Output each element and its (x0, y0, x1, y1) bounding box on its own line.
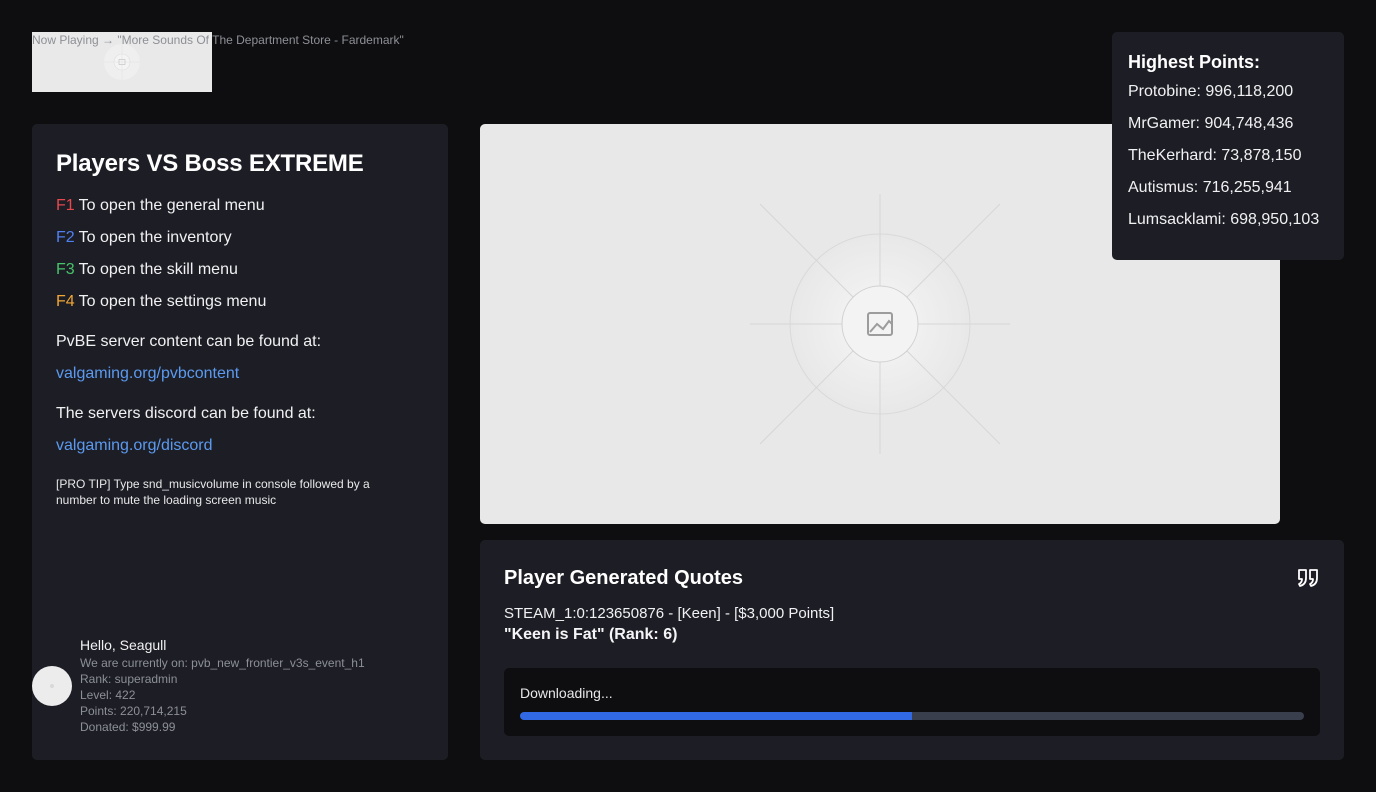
key-label: F1 (56, 197, 75, 214)
user-greeting: Hello, Seagull (80, 637, 167, 653)
score-entry: Protobine: 996,118,200 (1128, 83, 1294, 100)
score-entry: MrGamer: 904,748,436 (1128, 115, 1294, 132)
key-label: F4 (56, 293, 75, 310)
image-placeholder-icon (104, 44, 140, 80)
download-label: Downloading... (520, 685, 613, 701)
current-map: We are currently on: pvb_new_frontier_v3… (80, 656, 365, 670)
user-rank: Rank: superadmin (80, 672, 178, 686)
avatar (32, 666, 72, 706)
score-entry: TheKerhard: 73,878,150 (1128, 147, 1302, 164)
user-donated: Donated: $999.99 (80, 720, 176, 734)
highest-points-panel: Highest Points: Protobine: 996,118,200 M… (1112, 32, 1344, 260)
quote-source: STEAM_1:0:123650876 - [Keen] - [$3,000 P… (504, 605, 835, 622)
key-label: F2 (56, 229, 75, 246)
download-progress-bar (520, 712, 1304, 720)
user-level: Level: 422 (80, 688, 136, 702)
download-progress-fill (520, 712, 912, 720)
quote-text: "Keen is Fat" (Rank: 6) (504, 626, 678, 643)
user-info: Hello, Seagull We are currently on: pvb_… (32, 636, 448, 746)
discord-link[interactable]: valgaming.org/discord (56, 436, 424, 456)
server-info-panel: Players VS Boss EXTREME F1 To open the ge… (32, 124, 448, 760)
discord-label: The servers discord can be found at: (56, 405, 316, 422)
keybind-f3: F3 To open the skill menu (56, 260, 424, 280)
server-title: Players VS Boss EXTREME (56, 150, 364, 177)
user-points: Points: 220,714,215 (80, 704, 187, 718)
keybind-f2: F2 To open the inventory (56, 228, 424, 248)
key-description: To open the settings menu (78, 293, 267, 310)
now-playing-text: Now Playing → "More Sounds Of The Depart… (32, 33, 404, 47)
pro-tip: [PRO TIP] Type snd_musicvolume in consol… (56, 477, 370, 507)
score-entry: Lumsacklami: 698,950,103 (1128, 211, 1320, 228)
key-label: F3 (56, 261, 75, 278)
score-entry: Autismus: 716,255,941 (1128, 179, 1292, 196)
highest-points-title: Highest Points: (1128, 52, 1261, 72)
keybind-f4: F4 To open the settings menu (56, 292, 424, 312)
now-playing-thumbnail: Now Playing → "More Sounds Of The Depart… (32, 32, 404, 92)
content-label: PvBE server content can be found at: (56, 333, 322, 350)
key-description: To open the skill menu (78, 261, 238, 278)
key-description: To open the inventory (78, 229, 232, 246)
download-status: Downloading... (504, 668, 1320, 736)
quote-icon (1298, 569, 1318, 587)
keybind-f1: F1 To open the general menu (56, 196, 424, 216)
quotes-title: Player Generated Quotes (504, 567, 743, 589)
content-link[interactable]: valgaming.org/pvbcontent (56, 364, 424, 384)
key-description: To open the general menu (78, 197, 265, 214)
quotes-panel: Player Generated Quotes STEAM_1:0:123650… (480, 540, 1344, 760)
